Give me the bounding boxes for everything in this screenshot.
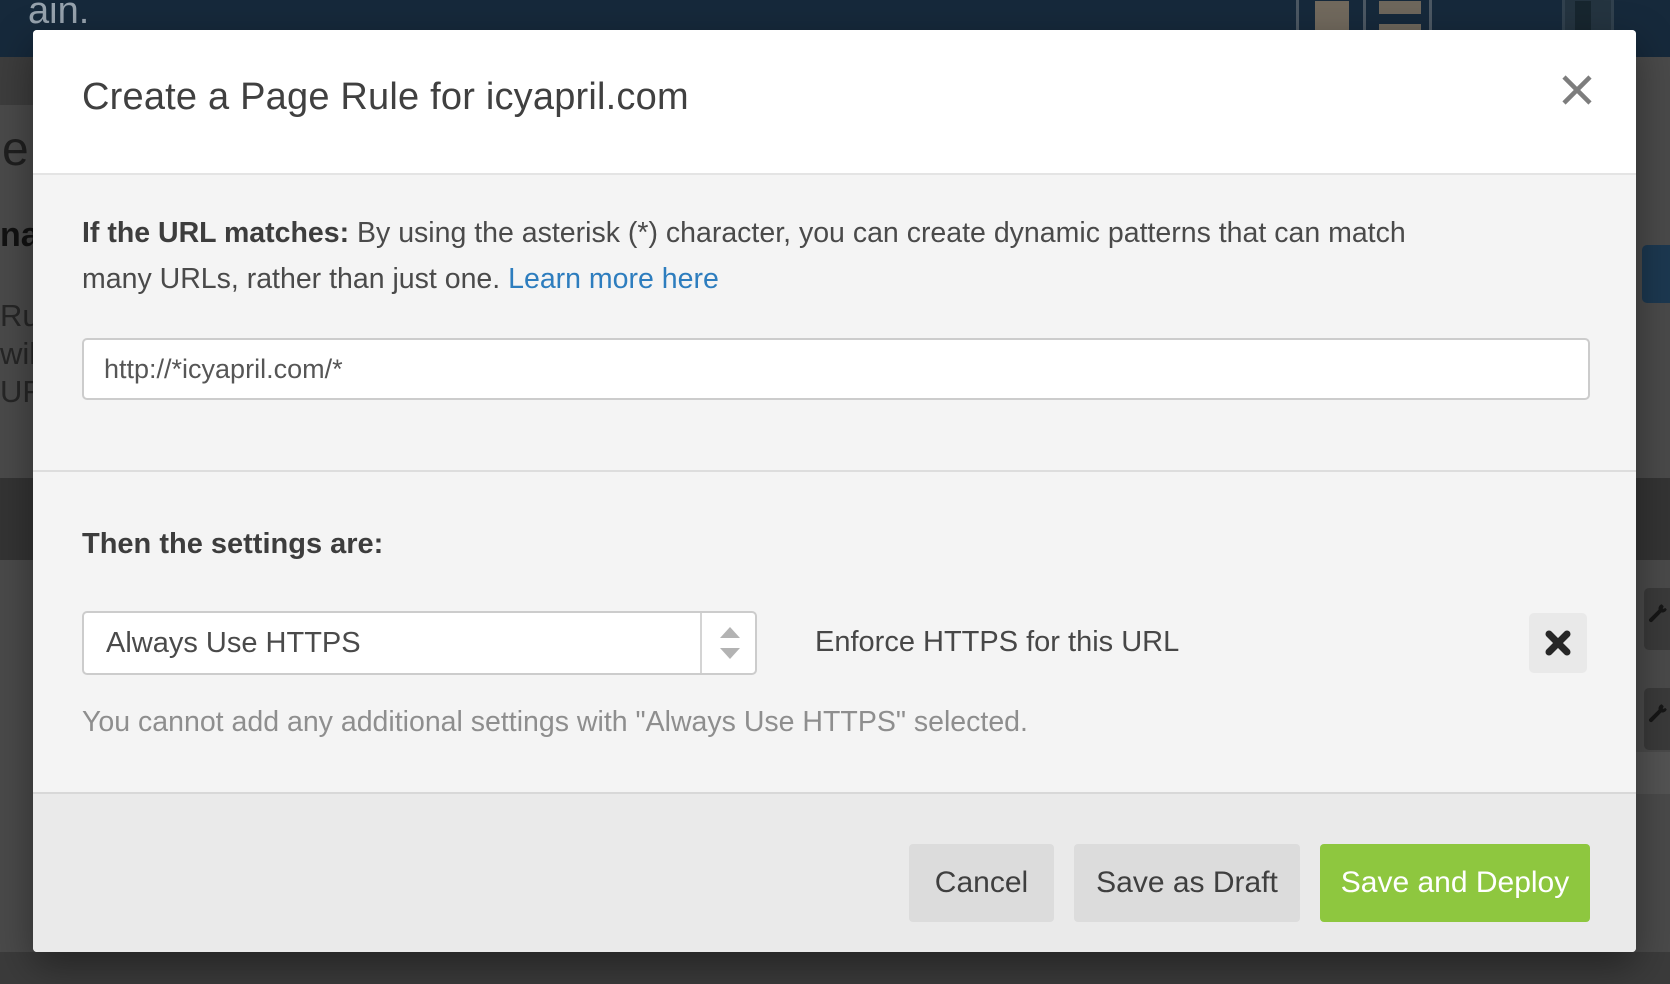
chevron-down-icon bbox=[720, 648, 740, 659]
section-divider bbox=[33, 470, 1636, 472]
remove-icon bbox=[1541, 626, 1575, 660]
setting-select[interactable]: Always Use HTTPS bbox=[82, 611, 757, 675]
remove-setting-button[interactable] bbox=[1529, 613, 1587, 673]
background-edit-rule-button bbox=[1644, 588, 1670, 650]
cancel-button[interactable]: Cancel bbox=[909, 844, 1054, 922]
url-match-label: If the URL matches: bbox=[82, 217, 349, 249]
url-pattern-input[interactable] bbox=[82, 338, 1590, 400]
background-create-rule-button-fragment bbox=[1642, 245, 1670, 303]
modal-header: Create a Page Rule for icyapril.com bbox=[33, 30, 1636, 175]
screen: ain. e nav Ru will UR Create a Page Rule… bbox=[0, 0, 1670, 984]
url-match-help-text: If the URL matches: By using the asteris… bbox=[82, 210, 1472, 302]
background-edit-rule-button bbox=[1644, 688, 1670, 750]
setting-select-value: Always Use HTTPS bbox=[106, 613, 361, 673]
background-subnav-band bbox=[0, 57, 33, 105]
close-button[interactable] bbox=[1552, 66, 1602, 116]
wrench-icon bbox=[1646, 604, 1668, 626]
setting-description: Enforce HTTPS for this URL bbox=[815, 626, 1179, 659]
background-table-header-band bbox=[0, 478, 33, 560]
create-page-rule-modal: Create a Page Rule for icyapril.com If t… bbox=[33, 30, 1636, 952]
setting-restriction-note: You cannot add any additional settings w… bbox=[82, 706, 1028, 739]
settings-heading: Then the settings are: bbox=[82, 528, 383, 561]
save-as-draft-button[interactable]: Save as Draft bbox=[1074, 844, 1300, 922]
modal-footer: Cancel Save as Draft Save and Deploy bbox=[33, 792, 1636, 952]
modal-title: Create a Page Rule for icyapril.com bbox=[82, 76, 689, 119]
background-bottom-band bbox=[0, 952, 1670, 984]
close-icon bbox=[1557, 70, 1597, 110]
list-view-icon bbox=[1379, 1, 1421, 14]
learn-more-link[interactable]: Learn more here bbox=[508, 263, 719, 295]
select-stepper bbox=[700, 613, 755, 673]
save-and-deploy-button[interactable]: Save and Deploy bbox=[1320, 844, 1590, 922]
background-text-fragment: e bbox=[2, 122, 29, 177]
background-row-band bbox=[1636, 752, 1670, 794]
chevron-up-icon bbox=[720, 627, 740, 638]
wrench-icon bbox=[1646, 704, 1668, 726]
background-domain-text-fragment: ain. bbox=[28, 0, 89, 33]
background-table-header-band bbox=[1636, 478, 1670, 560]
